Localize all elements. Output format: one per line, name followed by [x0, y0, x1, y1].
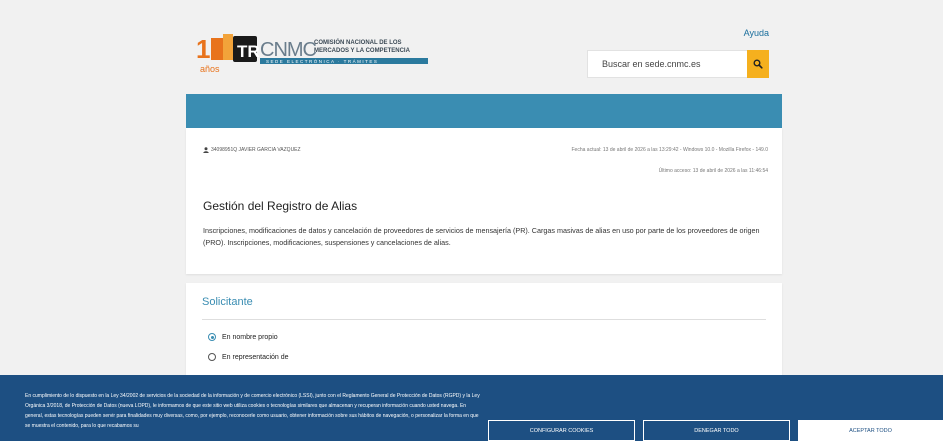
header: 1 TR CNMC COMISIÓN NACIONAL DE LOS MERCA…	[0, 0, 943, 95]
svg-text:1: 1	[196, 34, 210, 64]
deny-all-button[interactable]: DENEGAR TODO	[643, 420, 790, 441]
last-access: Último acceso: 13 de abril de 2026 a las…	[658, 168, 768, 174]
radio-representacion[interactable]: En representación de	[208, 353, 289, 361]
user-name: 34098951Q JAVIER GARCIA VAZQUEZ	[211, 147, 301, 153]
radio-label: En nombre propio	[222, 333, 278, 341]
search-icon	[753, 59, 763, 69]
radio-checked-icon[interactable]	[208, 333, 216, 341]
search-box	[587, 50, 769, 78]
logo-strip-text: SEDE ELECTRÓNICA · TRÁMITES	[266, 58, 378, 64]
radio-label: En representación de	[222, 353, 289, 361]
search-button[interactable]	[747, 50, 769, 78]
info-card: 34098951Q JAVIER GARCIA VAZQUEZ Fecha ac…	[186, 128, 782, 274]
user-icon	[203, 147, 209, 153]
radio-unchecked-icon[interactable]	[208, 353, 216, 361]
cookie-text: En cumplimiento de lo dispuesto en la Le…	[25, 393, 480, 429]
logo-line-2: MERCADOS Y LA COMPETENCIA	[314, 48, 411, 54]
search-input[interactable]	[588, 51, 738, 77]
configure-cookies-button[interactable]: CONFIGURAR COOKIES	[488, 420, 635, 441]
svg-text:TR: TR	[237, 42, 260, 61]
solicitante-title: Solicitante	[202, 296, 253, 308]
svg-text:CNMC: CNMC	[260, 39, 317, 61]
anniversary-label: años	[200, 64, 220, 74]
accept-all-button[interactable]: ACEPTAR TODO	[798, 420, 943, 441]
divider	[202, 319, 766, 320]
user-info: 34098951Q JAVIER GARCIA VAZQUEZ	[203, 147, 301, 153]
current-date: Fecha actual: 13 de abril de 2026 a las …	[571, 147, 769, 153]
help-link[interactable]: Ayuda	[744, 28, 769, 38]
page-description: Inscripciones, modificaciones de datos y…	[203, 226, 760, 247]
title-band	[186, 94, 782, 128]
page-title: Gestión del Registro de Alias	[203, 199, 358, 213]
logo-line-1: COMISIÓN NACIONAL DE LOS	[314, 38, 402, 46]
cnmc-logo[interactable]: 1 TR CNMC COMISIÓN NACIONAL DE LOS MERCA…	[196, 32, 428, 76]
radio-nombre-propio[interactable]: En nombre propio	[208, 333, 278, 341]
